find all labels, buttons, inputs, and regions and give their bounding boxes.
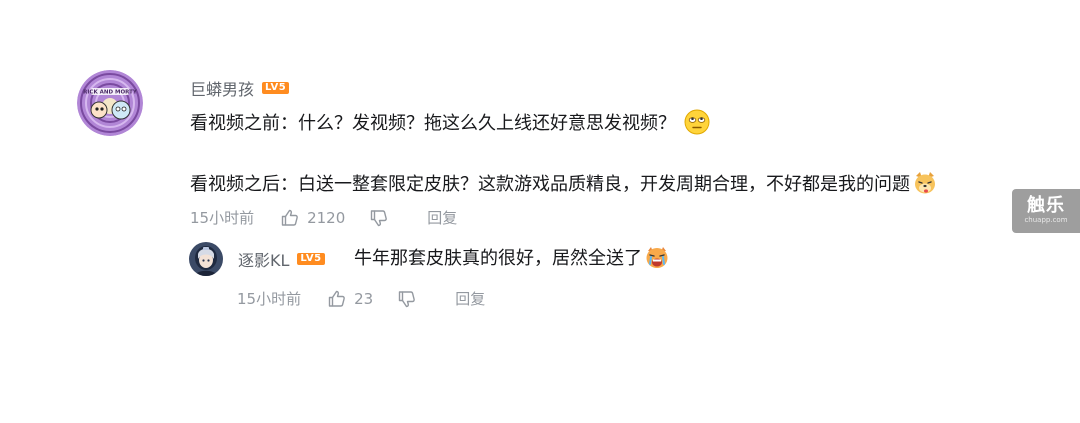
dislike-button[interactable] bbox=[397, 289, 417, 309]
timestamp: 15小时前 bbox=[237, 290, 302, 308]
reply-avatar[interactable] bbox=[189, 242, 223, 276]
dog-emoji-icon bbox=[912, 170, 938, 196]
watermark-brand: 触乐 bbox=[1027, 195, 1065, 216]
level-badge: LV5 bbox=[262, 82, 290, 94]
comment-meta: 15小时前 2120 回复 bbox=[190, 207, 457, 228]
like-count: 23 bbox=[354, 289, 374, 308]
avatar-logo-text: RICK AND MORTY bbox=[83, 90, 138, 96]
username[interactable]: 逐影KL bbox=[238, 247, 289, 271]
comment-author[interactable]: 巨蟒男孩 LV5 bbox=[190, 76, 290, 100]
comment-text: 看视频之后：白送一整套限定皮肤？这款游戏品质精良，开发周期合理，不好都是我的问题 bbox=[190, 174, 910, 195]
username[interactable]: 巨蟒男孩 bbox=[190, 76, 254, 100]
dislike-button[interactable] bbox=[369, 208, 389, 228]
reply-text-line: 牛年那套皮肤真的很好，居然全送了 bbox=[354, 244, 670, 270]
like-button[interactable]: 23 bbox=[327, 289, 373, 309]
timestamp: 15小时前 bbox=[190, 209, 255, 227]
avatar[interactable]: RICK AND MORTY bbox=[77, 70, 143, 136]
comment-text-line-1: 看视频之前：什么？发视频？拖这么久上线还好意思发视频？ bbox=[190, 109, 710, 135]
thumbs-up-icon[interactable] bbox=[280, 208, 300, 228]
comment-text: 看视频之前：什么？发视频？拖这么久上线还好意思发视频？ bbox=[190, 113, 676, 134]
reply-text: 牛年那套皮肤真的很好，居然全送了 bbox=[354, 248, 642, 269]
reply-button[interactable]: 回复 bbox=[427, 207, 457, 228]
thumbs-up-icon[interactable] bbox=[327, 289, 347, 309]
eye-roll-emoji-icon bbox=[684, 109, 710, 135]
reply-meta: 15小时前 23 回复 bbox=[237, 288, 485, 309]
reply-author[interactable]: 逐影KL LV5 bbox=[238, 247, 325, 271]
crying-face-emoji-icon bbox=[644, 244, 670, 270]
like-count: 2120 bbox=[307, 208, 346, 227]
thumbs-down-icon[interactable] bbox=[397, 289, 417, 309]
reply-button[interactable]: 回复 bbox=[455, 288, 485, 309]
comment-text-line-2: 看视频之后：白送一整套限定皮肤？这款游戏品质精良，开发周期合理，不好都是我的问题 bbox=[190, 170, 938, 196]
avatar-image: RICK AND MORTY bbox=[77, 70, 143, 136]
level-badge: LV5 bbox=[297, 253, 325, 265]
avatar-image bbox=[189, 242, 223, 276]
like-button[interactable]: 2120 bbox=[280, 208, 345, 228]
thumbs-down-icon[interactable] bbox=[369, 208, 389, 228]
watermark: 触乐 chuapp.com bbox=[1012, 189, 1080, 233]
watermark-url: chuapp.com bbox=[1024, 216, 1068, 224]
